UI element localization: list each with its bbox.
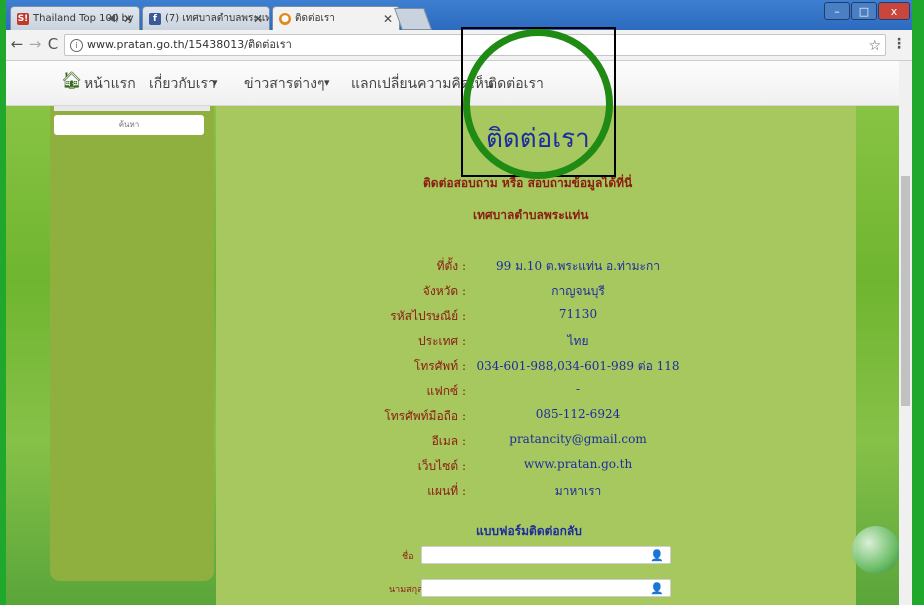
country-value: ไทย [567, 334, 589, 348]
address-label: ที่ตั้ง : [436, 259, 466, 273]
forward-arrow-icon[interactable]: → [26, 35, 44, 53]
address-toolbar: ← → C i www.pratan.go.th/15438013/ติดต่อ… [6, 30, 912, 61]
tab-facebook[interactable]: f (7) เทศบาลตำบลพระแท่น - ✕ [142, 6, 270, 30]
page-scrollbar[interactable] [899, 61, 912, 605]
maximize-button[interactable]: □ [851, 2, 877, 20]
close-tab-icon[interactable]: ✕ [123, 7, 133, 30]
fax-value: - [575, 382, 581, 396]
map-label: แผนที่ : [427, 484, 466, 498]
address-bar[interactable]: i www.pratan.go.th/15438013/ติดต่อเรา ☆ [64, 34, 886, 56]
province-value: กาญจนบุรี [551, 284, 605, 298]
website-link[interactable]: www.pratan.go.th [458, 457, 698, 471]
nav-item-news[interactable]: ข่าวสารต่างๆ [244, 73, 325, 95]
audio-icon[interactable]: ◀) [107, 7, 119, 30]
user-icon: 👤 [650, 549, 664, 562]
nav-item-home[interactable]: หน้าแรก [84, 73, 136, 95]
organization-name: เทศบาลตำบลพระแท่น [473, 208, 589, 222]
sidebar [50, 105, 214, 581]
postcode-label: รหัสไปรษณีย์ : [390, 309, 466, 323]
tab-strip: S! Thailand Top 100 by ◀) ✕ f (7) เทศบาล… [6, 0, 912, 30]
email-label: อีเมล : [431, 434, 466, 448]
facebook-icon: f [149, 13, 161, 25]
first-name-input[interactable]: 👤 [421, 546, 671, 564]
mobile-label: โทรศัพท์มือถือ : [384, 409, 466, 423]
website-label: เว็บไซต์ : [417, 459, 466, 473]
tab-contact[interactable]: ● ติดต่อเรา ✕ [272, 6, 400, 30]
mobile-value: 085-112-6924 [535, 407, 621, 421]
search-button[interactable]: ค้นหา [54, 115, 204, 135]
province-label: จังหวัด : [422, 284, 466, 298]
reload-icon[interactable]: C [44, 35, 62, 53]
web-page: ค้นหา 🏠︎ หน้าแรก เกี่ยวกับเรา ▾ ข่าวสารต… [6, 61, 899, 605]
email-link[interactable]: pratancity@gmail.com [458, 432, 698, 446]
first-name-label: ชื่อ [402, 552, 414, 562]
back-arrow-icon[interactable]: ← [8, 35, 26, 53]
favicon-icon: S! [17, 13, 29, 25]
last-name-input[interactable]: 👤 [421, 579, 671, 597]
bookmark-star-icon[interactable]: ☆ [868, 36, 881, 56]
country-label: ประเทศ : [418, 334, 466, 348]
browser-window: S! Thailand Top 100 by ◀) ✕ f (7) เทศบาล… [6, 0, 912, 605]
info-icon[interactable]: i [70, 39, 83, 52]
close-tab-icon[interactable]: ✕ [383, 7, 393, 30]
contact-form-title: แบบฟอร์มติดต่อกลับ [476, 524, 582, 538]
scrollbar-thumb[interactable] [901, 176, 910, 406]
postcode-value: 71130 [558, 307, 598, 321]
nav-item-contact[interactable]: ติดต่อเรา [488, 73, 544, 95]
favicon-icon: ● [279, 13, 291, 25]
site-navbar: 🏠︎ หน้าแรก เกี่ยวกับเรา ▾ ข่าวสารต่างๆ ▾… [6, 61, 899, 106]
close-tab-icon[interactable]: ✕ [253, 7, 263, 30]
home-icon[interactable]: 🏠︎ [61, 71, 83, 91]
chevron-down-icon: ▾ [324, 76, 330, 89]
contact-intro: ติดต่อสอบถาม หรือ สอบถามข้อมูลได้ที่นี่ [423, 176, 633, 190]
phone-label: โทรศัพท์ : [413, 359, 466, 373]
browser-menu-icon[interactable]: ⋮ [892, 36, 906, 52]
phone-value: 034-601-988,034-601-989 ต่อ 118 [476, 359, 680, 373]
map-link[interactable]: มาหาเรา [458, 482, 698, 501]
last-name-label: นามสกุล [389, 585, 423, 595]
minimize-button[interactable]: – [824, 2, 850, 20]
tab-thailand-top-100[interactable]: S! Thailand Top 100 by ◀) ✕ [10, 6, 140, 30]
page-title: ติดต่อเรา [486, 124, 590, 154]
address-value: 99 ม.10 ต.พระแท่น อ.ท่ามะกา [496, 259, 660, 273]
tab-label: ติดต่อเรา [295, 13, 335, 24]
user-icon: 👤 [650, 582, 664, 595]
nav-item-about[interactable]: เกี่ยวกับเรา [149, 73, 216, 95]
fax-label: แฟกซ์ : [426, 384, 467, 398]
globe-decoration [852, 526, 899, 574]
url-text: www.pratan.go.th/15438013/ติดต่อเรา [87, 38, 292, 51]
chevron-down-icon: ▾ [212, 76, 218, 89]
close-window-button[interactable]: x [878, 2, 910, 20]
nav-item-forum[interactable]: แลกเปลี่ยนความคิดเห็น [351, 73, 493, 95]
